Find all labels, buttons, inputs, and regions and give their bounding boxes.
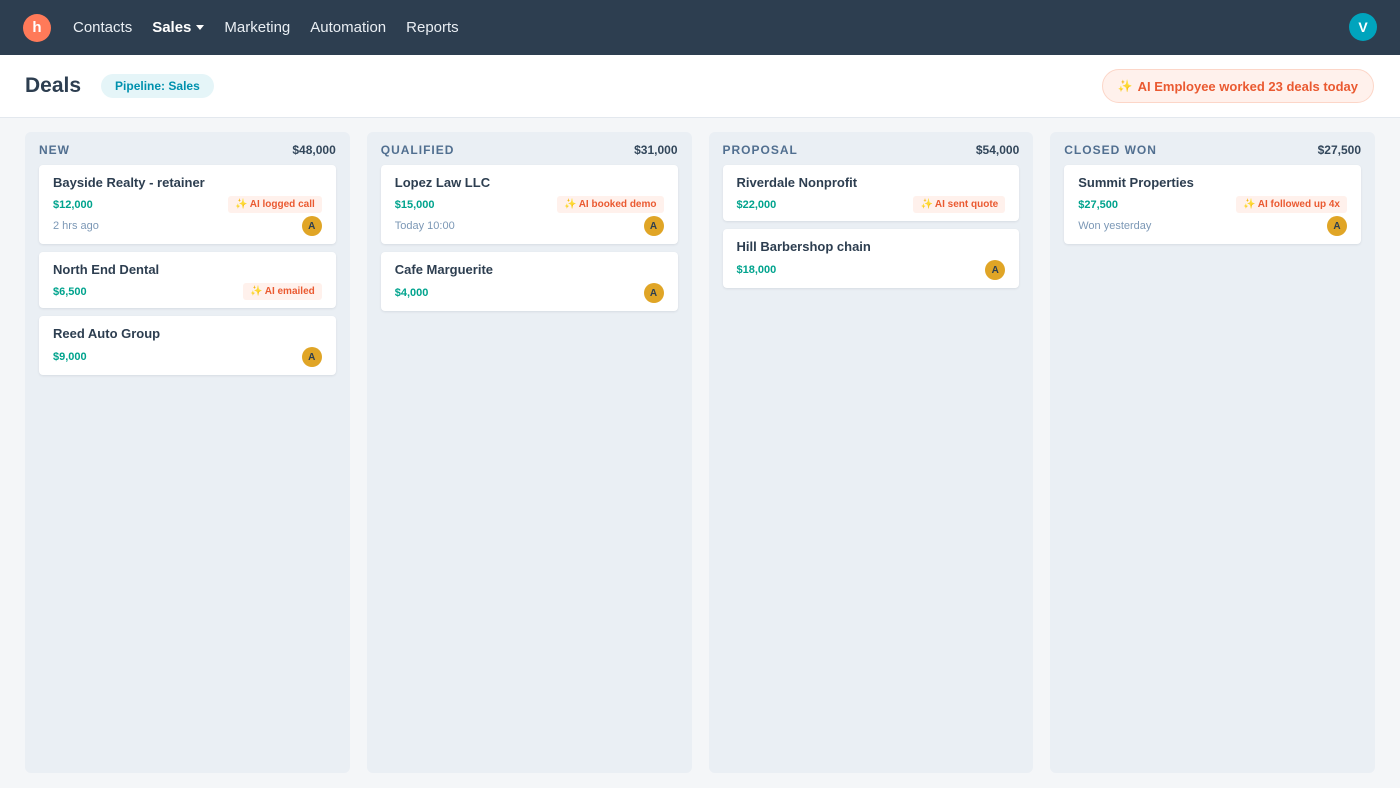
ai-activity-tag: ✨ AI emailed — [243, 283, 322, 300]
column-proposal: PROPOSAL $54,000 Riverdale Nonprofit $22… — [708, 132, 1034, 773]
deal-name: Cafe Marguerite — [394, 262, 493, 277]
deal-name: Reed Auto Group — [53, 326, 161, 341]
ai-activity-tag: ✨ AI booked demo — [557, 196, 664, 213]
column-total: $48,000 — [292, 142, 336, 157]
deal-amount: $4,000 — [394, 287, 429, 299]
deal-card[interactable]: Summit Properties $27,500 ✨ AI followed u… — [1064, 165, 1361, 244]
nav-sales[interactable]: Sales — [152, 19, 205, 36]
ai-summary-badge[interactable]: ✨ AI Employee worked 23 deals today — [1101, 69, 1374, 103]
nav-contacts[interactable]: Contacts — [73, 19, 132, 36]
column-new: NEW $48,000 Bayside Realty - retainer $1… — [25, 132, 350, 773]
deals-board: NEW $48,000 Bayside Realty - retainer $1… — [0, 118, 1400, 773]
user-avatar[interactable]: V — [1349, 13, 1377, 41]
hubspot-logo[interactable]: h — [23, 13, 51, 42]
ai-activity-tag: ✨ AI followed up 4x — [1236, 196, 1347, 213]
ai-activity-label: AI booked demo — [578, 199, 657, 210]
column-title: PROPOSAL — [722, 142, 798, 157]
deal-card[interactable]: Hill Barbershop chain $18,000 A — [722, 229, 1020, 288]
ai-activity-label: AI followed up 4x — [1257, 199, 1340, 210]
deal-amount: $9,000 — [53, 351, 87, 363]
owner-avatar[interactable]: A — [643, 216, 664, 236]
deal-name: Lopez Law LLC — [394, 175, 491, 190]
deal-amount: $12,000 — [53, 198, 93, 211]
deal-amount: $27,500 — [1078, 198, 1119, 211]
chevron-down-icon — [196, 25, 205, 30]
nav-automation[interactable]: Automation — [310, 19, 386, 36]
owner-avatar[interactable]: A — [985, 260, 1006, 280]
deal-card[interactable]: Bayside Realty - retainer $12,000 ✨ AI lo… — [39, 165, 336, 244]
sparkle-icon: ✨ — [250, 286, 263, 297]
nav-marketing[interactable]: Marketing — [224, 19, 290, 36]
deal-time: Today 10:00 — [394, 220, 455, 232]
deal-name: Summit Properties — [1078, 175, 1194, 190]
top-navigation: h Contacts Sales Marketing Automation Re… — [0, 0, 1400, 55]
deal-card[interactable]: Lopez Law LLC $15,000 ✨ AI booked demo To… — [380, 165, 678, 244]
column-header: NEW $48,000 — [39, 132, 336, 165]
column-header: CLOSED WON $27,500 — [1064, 132, 1361, 165]
column-header: PROPOSAL $54,000 — [723, 132, 1020, 165]
nav-reports[interactable]: Reports — [406, 19, 459, 36]
column-header: QUALIFIED $31,000 — [381, 132, 678, 165]
deal-amount: $6,500 — [53, 285, 87, 298]
deal-name: Bayside Realty - retainer — [53, 175, 205, 190]
owner-avatar[interactable]: A — [301, 347, 322, 367]
deal-card[interactable]: Reed Auto Group $9,000 A — [39, 316, 336, 375]
column-total: $31,000 — [634, 142, 678, 157]
deal-name: Riverdale Nonprofit — [736, 175, 858, 190]
deal-time: Won yesterday — [1078, 220, 1152, 232]
ai-activity-tag: ✨ AI logged call — [228, 196, 322, 213]
nav-sales-label: Sales — [152, 19, 192, 36]
owner-avatar[interactable]: A — [1327, 216, 1347, 236]
column-qualified: QUALIFIED $31,000 Lopez Law LLC $15,000 … — [366, 132, 692, 773]
sparkle-icon: ✨ — [1117, 79, 1133, 93]
deal-card[interactable]: Cafe Marguerite $4,000 A — [380, 252, 678, 311]
sparkle-icon: ✨ — [1243, 199, 1256, 210]
column-title: CLOSED WON — [1064, 142, 1157, 157]
deal-card[interactable]: Riverdale Nonprofit $22,000 ✨ AI sent quo… — [722, 165, 1020, 221]
column-total: $27,500 — [1317, 142, 1361, 157]
ai-activity-label: AI emailed — [264, 286, 315, 297]
deal-name: Hill Barbershop chain — [736, 239, 871, 254]
sparkle-icon: ✨ — [564, 199, 577, 210]
deal-amount: $18,000 — [736, 264, 777, 276]
ai-activity-label: AI sent quote — [934, 199, 999, 210]
deal-card[interactable]: North End Dental $6,500 ✨ AI emailed — [39, 252, 336, 308]
ai-summary-text: AI Employee worked 23 deals today — [1137, 78, 1358, 94]
page-title: Deals — [25, 74, 82, 97]
pipeline-selector[interactable]: Pipeline: Sales — [101, 74, 214, 98]
owner-avatar[interactable]: A — [301, 216, 322, 236]
deal-amount: $22,000 — [736, 198, 777, 211]
column-total: $54,000 — [975, 142, 1020, 157]
ai-activity-label: AI logged call — [249, 199, 315, 210]
column-title: QUALIFIED — [380, 142, 455, 157]
ai-activity-tag: ✨ AI sent quote — [913, 196, 1006, 213]
deal-time: 2 hrs ago — [53, 220, 99, 232]
owner-avatar[interactable]: A — [643, 283, 664, 303]
column-closed-won: CLOSED WON $27,500 Summit Properties $27… — [1050, 132, 1375, 773]
sparkle-icon: ✨ — [920, 199, 933, 210]
deal-name: North End Dental — [53, 262, 160, 277]
sparkle-icon: ✨ — [235, 199, 248, 210]
column-title: NEW — [39, 142, 70, 157]
page-header: Deals Pipeline: Sales ✨ AI Employee work… — [0, 55, 1400, 118]
deal-amount: $15,000 — [394, 198, 435, 211]
